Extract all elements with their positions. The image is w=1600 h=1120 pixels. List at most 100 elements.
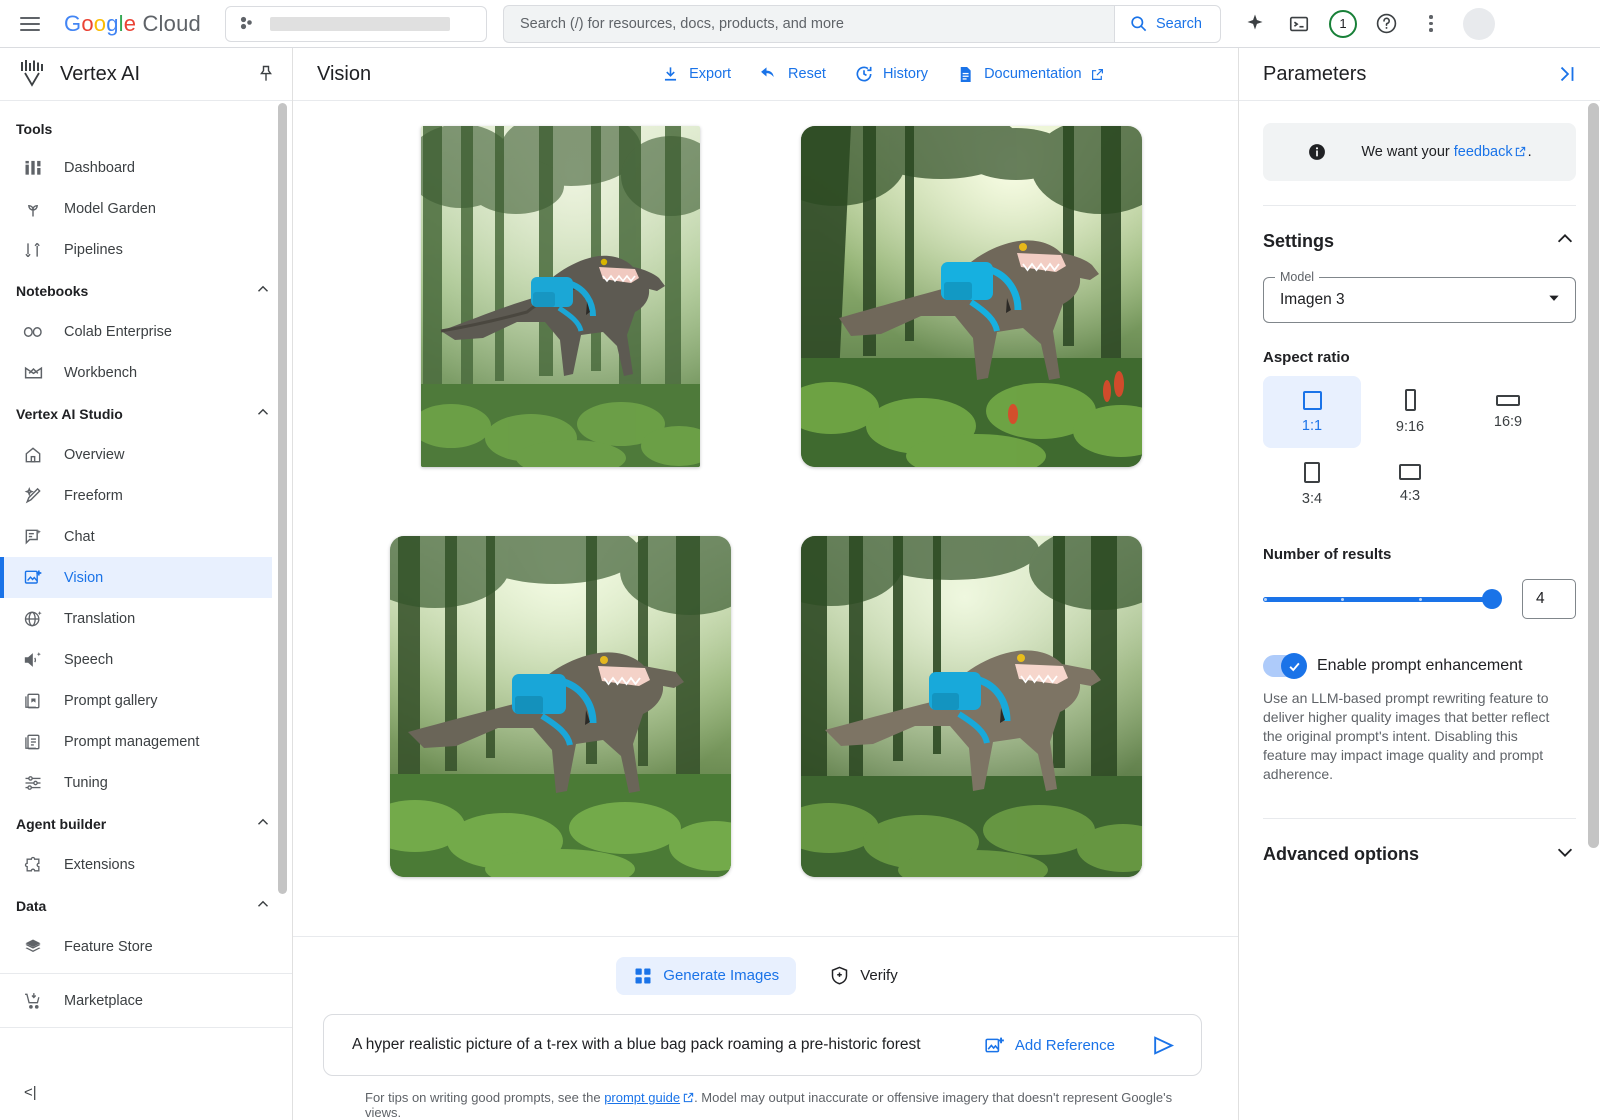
chevron-down-icon[interactable] [1554,841,1576,868]
sidebar-section-tools: Tools [0,111,292,147]
sidebar-section-data[interactable]: Data [0,885,292,926]
generate-images-button[interactable]: Generate Images [616,957,796,995]
google-cloud-logo[interactable]: Google Cloud [64,11,201,37]
search-button[interactable]: Search [1114,5,1221,43]
gemini-spark-icon[interactable] [1235,4,1275,44]
prompt-input-box[interactable]: A hyper realistic picture of a t-rex wit… [323,1014,1202,1076]
sidebar-item-label: Colab Enterprise [64,324,172,340]
pin-icon[interactable] [256,64,276,84]
sidebar-item-colab-enterprise[interactable]: Colab Enterprise [0,311,272,352]
landscape43-shape-icon [1399,464,1421,480]
sidebar-item-speech[interactable]: Speech [0,639,272,680]
generated-image-1[interactable] [421,126,700,467]
sidebar-item-dashboard[interactable]: Dashboard [0,147,272,188]
search-input[interactable]: Search (/) for resources, docs, products… [503,5,1114,43]
more-options-icon[interactable] [1411,4,1451,44]
sidebar-item-vision[interactable]: Vision [0,557,272,598]
image-1-render [421,126,700,467]
model-value: Imagen 3 [1280,291,1547,309]
sidebar-item-freeform[interactable]: Freeform [0,475,272,516]
aspect-ratio-3-4[interactable]: 3:4 [1263,448,1361,520]
sidebar-item-model-garden[interactable]: Model Garden [0,188,272,229]
results-canvas [293,101,1238,936]
documentation-icon [956,65,975,84]
model-garden-icon [22,198,44,220]
speech-icon [22,649,44,671]
home-icon [22,444,44,466]
parameters-header: Parameters [1239,48,1600,101]
generated-image-3[interactable] [390,536,731,877]
sidebar-item-tuning[interactable]: Tuning [0,762,272,803]
sidebar-scrollbar[interactable] [278,103,287,894]
sidebar-item-workbench[interactable]: Workbench [0,352,272,393]
cloud-shell-icon[interactable] [1279,4,1319,44]
sidebar-item-extensions[interactable]: Extensions [0,844,272,885]
verify-button[interactable]: Verify [812,957,915,995]
prompt-input[interactable]: A hyper realistic picture of a t-rex wit… [352,1036,956,1054]
hamburger-icon[interactable] [14,8,46,40]
sidebar-item-overview[interactable]: Overview [0,434,272,475]
parameters-scroll-thumb[interactable] [1588,103,1599,848]
notifications-icon[interactable]: 1 [1323,4,1363,44]
chevron-up-icon[interactable] [1554,228,1576,255]
prompt-area: A hyper realistic picture of a t-rex wit… [293,1014,1238,1120]
aspect-ratio-1-1[interactable]: 1:1 [1263,376,1361,448]
parameters-scrollbar[interactable] [1587,101,1600,1120]
number-of-results-input[interactable]: 4 [1522,579,1576,619]
expand-panel-icon[interactable] [1556,63,1578,85]
help-icon[interactable] [1367,4,1407,44]
send-prompt-button[interactable] [1143,1025,1183,1065]
settings-section-header[interactable]: Settings [1263,206,1576,269]
sidebar-item-translation[interactable]: Translation [0,598,272,639]
model-select[interactable]: Model Imagen 3 [1263,277,1576,323]
results-grid [390,126,1142,926]
sidebar-item-pipelines[interactable]: Pipelines [0,229,272,270]
feedback-link[interactable]: feedback [1454,144,1513,160]
chevron-up-icon[interactable] [254,403,272,424]
download-icon [661,65,680,84]
sidebar-section-vertex-ai-studio[interactable]: Vertex AI Studio [0,393,292,434]
prompt-guide-link[interactable]: prompt guide [604,1090,680,1105]
sidebar-item-label: Marketplace [64,993,143,1009]
documentation-link[interactable]: Documentation [956,65,1104,84]
sidebar-item-prompt-gallery[interactable]: Prompt gallery [0,680,272,721]
sidebar-item-label: Translation [64,611,135,627]
generated-image-4[interactable] [801,536,1142,877]
aspect-ratio-16-9[interactable]: 16:9 [1459,376,1557,448]
external-link-icon [1091,68,1104,81]
global-search: Search (/) for resources, docs, products… [503,5,1221,43]
sidebar-section-notebooks[interactable]: Notebooks [0,270,292,311]
slider-knob[interactable] [1482,589,1502,609]
account-avatar[interactable] [1463,8,1495,40]
sidebar-item-feature-store[interactable]: Feature Store [0,926,272,967]
export-button[interactable]: Export [661,65,731,84]
sidebar-item-label: Prompt management [64,734,199,750]
project-selector[interactable] [225,6,487,42]
reset-button[interactable]: Reset [759,64,826,84]
add-reference-button[interactable]: Add Reference [970,1035,1129,1056]
sidebar-nav[interactable]: Tools Dashboard [0,101,292,1064]
chevron-up-icon[interactable] [254,895,272,916]
sidebar-item-label: Workbench [64,365,137,381]
advanced-options-title: Advanced options [1263,844,1554,865]
sidebar-item-chat[interactable]: Chat [0,516,272,557]
history-button[interactable]: History [854,64,928,84]
info-icon [1307,142,1327,162]
header-actions: 1 [1235,4,1495,44]
sidebar-collapse-button[interactable]: <| [0,1064,292,1120]
chevron-up-icon[interactable] [254,813,272,834]
advanced-options-header[interactable]: Advanced options [1263,819,1576,868]
aspect-ratio-value: 3:4 [1302,491,1322,507]
number-of-results-slider[interactable] [1263,597,1500,602]
sidebar-section-agent-builder[interactable]: Agent builder [0,803,292,844]
generated-image-2[interactable] [801,126,1142,467]
sidebar-item-prompt-management[interactable]: Prompt management [0,721,272,762]
project-dots-icon [238,15,256,33]
freeform-icon [22,485,44,507]
aspect-ratio-4-3[interactable]: 4:3 [1361,448,1459,520]
sidebar-item-marketplace[interactable]: Marketplace [0,980,272,1021]
aspect-ratio-9-16[interactable]: 9:16 [1361,376,1459,448]
prompt-enhancement-toggle[interactable] [1263,655,1305,677]
prompt-management-icon [22,731,44,753]
chevron-up-icon[interactable] [254,280,272,301]
